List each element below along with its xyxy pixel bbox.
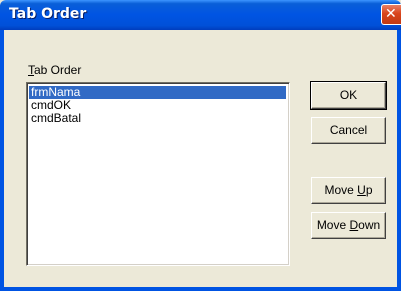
window-title: Tab Order [9,6,87,22]
ok-button[interactable]: OK [310,81,387,110]
tab-order-list[interactable]: frmNama cmdOK cmdBatal [26,82,290,266]
list-item-cmdbatal[interactable]: cmdBatal [29,112,286,125]
tab-order-label-rest: ab Order [34,63,82,77]
move-down-text-pre: Move [316,218,350,232]
cancel-button[interactable]: Cancel [311,117,386,144]
title-bar[interactable]: Tab Order ✕ [0,0,401,30]
tab-order-dialog: Tab Order ✕ Tab Order frmNama cmdOK cmdB… [0,0,401,291]
move-up-button[interactable]: Move Up [311,177,386,204]
tab-order-label: Tab Order [28,63,81,77]
move-up-text-post: p [365,183,373,197]
move-down-text-post: own [358,218,381,232]
window-frame-bottom [0,287,401,291]
move-up-text-pre: Move [324,183,358,197]
window-frame-left [0,30,4,291]
window-frame-right [397,30,401,291]
close-button[interactable]: ✕ [381,4,401,25]
move-down-button[interactable]: Move Down [311,212,386,239]
move-up-accel: U [357,183,366,197]
close-icon: ✕ [385,6,397,22]
move-down-accel: D [349,218,359,232]
